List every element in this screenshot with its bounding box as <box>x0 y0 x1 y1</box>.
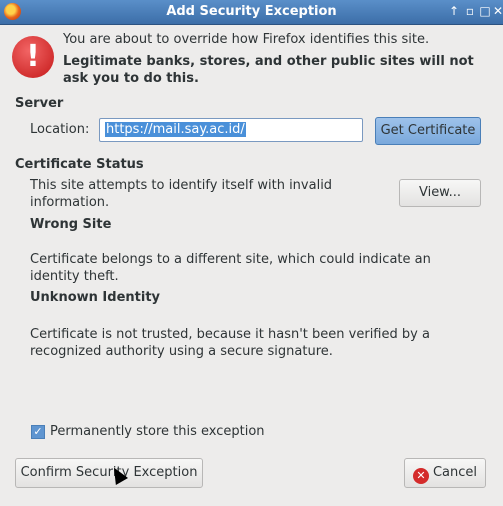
view-button[interactable]: View... <box>399 179 481 207</box>
certificate-summary: This site attempts to identify itself wi… <box>30 178 333 210</box>
cancel-button[interactable]: ✕ Cancel <box>404 458 486 488</box>
warning-emphasis: Legitimate banks, stores, and other publ… <box>63 54 474 86</box>
issue-description-unknown-identity: Certificate is not trusted, because it h… <box>30 327 430 359</box>
title-bar: Add Security Exception ↑ ▫ □ ✕ <box>0 0 503 25</box>
location-input[interactable]: https://mail.say.ac.id/ <box>99 118 363 142</box>
minimize-icon[interactable]: ▫ <box>462 3 478 19</box>
issue-description-wrong-site: Certificate belongs to a different site,… <box>30 252 431 284</box>
warning-message: You are about to override how Firefox id… <box>63 32 430 47</box>
issue-title-unknown-identity: Unknown Identity <box>30 290 161 305</box>
cancel-label: Cancel <box>432 465 478 480</box>
issue-title-wrong-site: Wrong Site <box>30 217 112 232</box>
location-label: Location: <box>30 122 90 137</box>
server-heading: Server <box>15 96 64 111</box>
close-icon[interactable]: ✕ <box>490 3 503 19</box>
dialog-content: ! You are about to override how Firefox … <box>0 24 503 506</box>
certificate-status-heading: Certificate Status <box>15 157 144 172</box>
permanent-checkbox[interactable]: ✓ <box>31 425 45 439</box>
location-value: https://mail.say.ac.id/ <box>105 122 246 137</box>
warning-icon: ! <box>12 36 54 78</box>
permanent-label[interactable]: Permanently store this exception <box>50 424 265 439</box>
get-certificate-button[interactable]: Get Certificate <box>375 117 481 145</box>
window-title: Add Security Exception <box>166 4 337 19</box>
pin-icon[interactable]: ↑ <box>446 3 462 19</box>
cancel-icon: ✕ <box>412 468 429 484</box>
